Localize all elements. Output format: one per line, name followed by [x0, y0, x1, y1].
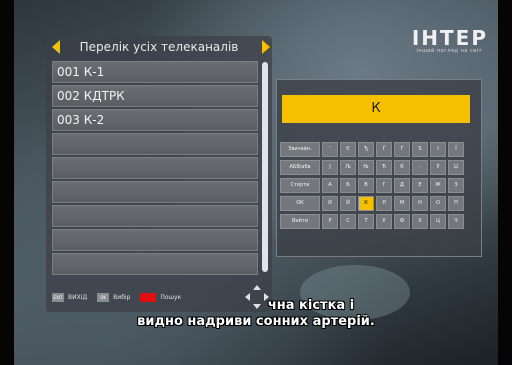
key[interactable]: S	[412, 142, 428, 157]
key[interactable]: С	[340, 214, 356, 229]
key[interactable]: Б	[340, 178, 356, 193]
key[interactable]: Ф	[394, 214, 410, 229]
channel-list-title: Перелік усіх телеканалів	[79, 40, 239, 54]
key[interactable]: '	[322, 142, 338, 157]
key-selected[interactable]: К	[358, 196, 374, 211]
keyboard-row: Стерти А Б В Г Д Е Ж З	[280, 178, 476, 193]
key[interactable]: Ў	[430, 160, 446, 175]
key[interactable]: І	[430, 142, 446, 157]
key-mode-normal[interactable]: Звичайн.	[280, 142, 320, 157]
key[interactable]: Ц	[430, 214, 446, 229]
channel-row[interactable]	[52, 229, 258, 251]
channel-list: 001 К-1 002 КДТРК 003 К-2	[52, 61, 258, 277]
search-input[interactable]: К	[282, 95, 470, 123]
key[interactable]: В	[358, 178, 374, 193]
key-ok[interactable]: ОК	[280, 196, 320, 211]
subtitle-line-1: чна кістка і	[267, 298, 355, 313]
key[interactable]: Џ	[448, 160, 464, 175]
channel-row[interactable]	[52, 181, 258, 203]
key[interactable]: Є	[340, 142, 356, 157]
channel-tagline: інший погляд на світ	[416, 48, 482, 54]
key[interactable]: Ґ	[376, 142, 392, 157]
key[interactable]: Е	[412, 178, 428, 193]
key[interactable]: Ї	[448, 142, 464, 157]
key[interactable]: Ќ	[394, 160, 410, 175]
channel-row[interactable]	[52, 205, 258, 227]
channel-row[interactable]	[52, 133, 258, 155]
key[interactable]: Р	[322, 214, 338, 229]
subtitles: чна кістка і видно надриви сонних артері…	[0, 298, 512, 330]
key[interactable]: Т	[358, 214, 374, 229]
key[interactable]: -	[412, 160, 428, 175]
key[interactable]: Д	[394, 178, 410, 193]
key[interactable]: Ж	[430, 178, 446, 193]
key[interactable]: У	[376, 214, 392, 229]
channel-row[interactable]	[52, 157, 258, 179]
next-group-arrow-icon[interactable]	[262, 40, 270, 54]
channel-row[interactable]	[52, 253, 258, 275]
key[interactable]: Ч	[448, 214, 464, 229]
key[interactable]: О	[430, 196, 446, 211]
key[interactable]: Ђ	[358, 142, 374, 157]
channel-row[interactable]: 003 К-2	[52, 109, 258, 131]
keyboard-row: ОК И Й К Л М Н О П	[280, 196, 476, 211]
key[interactable]: Ћ	[376, 160, 392, 175]
key[interactable]: Л	[376, 196, 392, 211]
key-case-toggle[interactable]: АБВ/абв	[280, 160, 320, 175]
key-exit[interactable]: Вийти	[280, 214, 320, 229]
keyboard-row: АБВ/абв Ј Љ Њ Ћ Ќ - Ў Џ	[280, 160, 476, 175]
scrollbar-thumb[interactable]	[262, 62, 268, 272]
key[interactable]: И	[322, 196, 338, 211]
key[interactable]: Ј	[322, 160, 338, 175]
keyboard-row: Вийти Р С Т У Ф Х Ц Ч	[280, 214, 476, 229]
subtitle-line-2: видно надриви сонних артерій.	[137, 314, 375, 329]
key[interactable]: Ѓ	[394, 142, 410, 157]
key[interactable]: Й	[340, 196, 356, 211]
key[interactable]: З	[448, 178, 464, 193]
key[interactable]: Њ	[358, 160, 374, 175]
key[interactable]: П	[448, 196, 464, 211]
keyboard-row: Звичайн. ' Є Ђ Ґ Ѓ S І Ї	[280, 142, 476, 157]
onscreen-keyboard: Звичайн. ' Є Ђ Ґ Ѓ S І Ї АБВ/абв Ј Љ Њ Ћ…	[280, 142, 476, 232]
channel-row[interactable]: 002 КДТРК	[52, 85, 258, 107]
key[interactable]: Г	[376, 178, 392, 193]
key[interactable]: М	[394, 196, 410, 211]
key-backspace[interactable]: Стерти	[280, 178, 320, 193]
key[interactable]: Н	[412, 196, 428, 211]
channel-row[interactable]: 001 К-1	[52, 61, 258, 83]
key[interactable]: Х	[412, 214, 428, 229]
key[interactable]: Љ	[340, 160, 356, 175]
channel-logo: ІНТЕР	[411, 26, 488, 50]
key[interactable]: А	[322, 178, 338, 193]
